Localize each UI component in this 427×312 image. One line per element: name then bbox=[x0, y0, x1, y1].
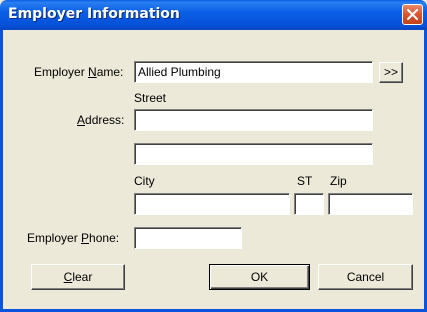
employer-phone-label-pre: Employer bbox=[27, 231, 82, 245]
ok-button[interactable]: OK bbox=[209, 264, 310, 290]
close-icon bbox=[407, 9, 418, 20]
employer-name-input[interactable] bbox=[134, 61, 373, 83]
city-input[interactable] bbox=[134, 193, 290, 215]
clear-button[interactable]: Clear bbox=[31, 264, 125, 290]
title-bar[interactable]: Employer Information bbox=[0, 0, 427, 30]
zip-label: Zip bbox=[330, 174, 347, 188]
clear-button-label: lear bbox=[72, 270, 93, 284]
state-input[interactable] bbox=[294, 193, 324, 215]
street-label: Street bbox=[134, 91, 167, 105]
zip-input[interactable] bbox=[328, 193, 413, 215]
employer-phone-input[interactable] bbox=[134, 227, 242, 249]
window-frame-left bbox=[0, 30, 3, 312]
address-line2-input[interactable] bbox=[134, 143, 373, 165]
employer-lookup-button[interactable]: >> bbox=[379, 62, 403, 83]
employer-information-dialog: Employer Information Employer Name: >> S… bbox=[0, 0, 427, 312]
employer-name-label-post: ame: bbox=[96, 65, 124, 79]
employer-phone-label: Employer Phone: bbox=[27, 231, 119, 245]
employer-phone-label-post: hone: bbox=[89, 231, 120, 245]
address-label-accel: A bbox=[77, 113, 86, 127]
employer-phone-label-accel: P bbox=[81, 231, 90, 245]
employer-name-label: Employer Name: bbox=[34, 65, 123, 79]
address-label: Address: bbox=[77, 113, 124, 127]
state-label: ST bbox=[297, 174, 313, 188]
dialog-title: Employer Information bbox=[8, 6, 180, 22]
address-line1-input[interactable] bbox=[134, 109, 373, 131]
employer-name-label-pre: Employer bbox=[34, 65, 89, 79]
city-label: City bbox=[134, 174, 155, 188]
close-button[interactable] bbox=[402, 4, 423, 25]
employer-name-label-accel: N bbox=[88, 65, 97, 79]
address-label-post: ddress: bbox=[85, 113, 125, 127]
cancel-button[interactable]: Cancel bbox=[318, 264, 413, 290]
